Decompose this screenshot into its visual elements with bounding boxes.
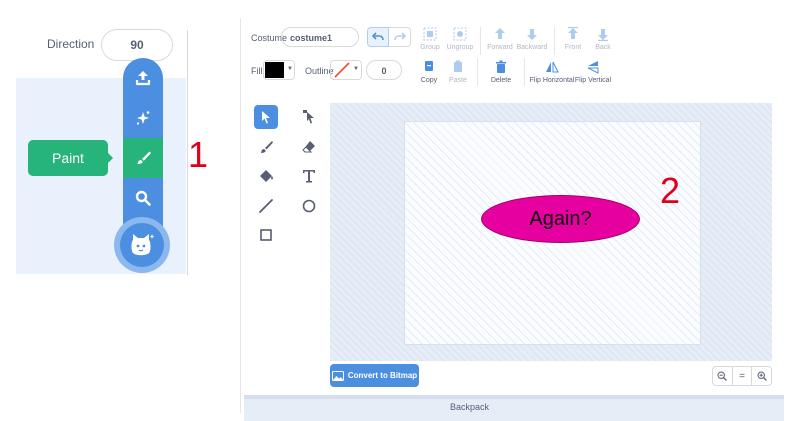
zoom-reset-button[interactable]: = [731,367,752,385]
editor-divider [240,18,241,413]
zoom-out-button[interactable] [713,367,732,385]
direction-label: Direction [47,37,95,51]
backward-icon [527,29,537,40]
backward-button[interactable]: Backward [510,27,554,51]
paste-icon [454,60,462,72]
zoom-out-icon [717,371,728,381]
delete-button[interactable]: Delete [479,60,523,84]
rectangle-tool[interactable] [254,223,278,247]
select-tool[interactable] [254,105,278,129]
front-icon [568,27,578,39]
direction-input[interactable]: 90 [101,29,173,61]
text-tool[interactable] [297,164,321,188]
circle-icon [302,199,316,213]
undo-button[interactable] [367,27,389,47]
paint-tooltip: Paint [28,140,108,176]
surprise-button[interactable] [123,98,163,138]
zoom-in-button[interactable] [751,367,771,385]
toolbar-separator [477,58,478,86]
backpack-bar[interactable] [244,395,784,421]
chevron-down-icon: ▼ [353,66,359,72]
ellipse-shape[interactable]: Again? [481,195,640,243]
chevron-down-icon: ▼ [287,66,293,72]
fill-tool[interactable] [254,164,278,188]
fill-label: Fill [251,66,263,76]
forward-icon [495,28,505,39]
fill-color-swatch [265,62,284,78]
flip-horizontal-icon [546,61,559,73]
search-sprite-button[interactable] [123,178,163,218]
outline-width-input[interactable]: 0 [366,60,402,80]
upload-icon [135,71,151,86]
backward-label: Backward [516,44,548,51]
paint-button[interactable] [123,138,163,178]
toolbar-separator [524,58,525,86]
costume-name-input[interactable]: costume1 [281,27,359,47]
search-icon [135,190,151,206]
choose-sprite-button[interactable] [120,223,164,267]
eraser-tool[interactable] [297,135,321,159]
paste-button[interactable]: Paste [436,60,480,84]
front-label: Front [564,44,582,51]
annotation-step-2: 2 [660,170,681,211]
eraser-icon [302,141,315,153]
flip-vertical-button[interactable]: Flip Vertical [571,60,615,84]
convert-label: Convert to Bitmap [347,371,418,380]
zoom-controls: = [712,366,772,386]
ungroup-label: Ungroup [446,44,474,51]
paint-bucket-icon [260,170,273,182]
surprise-icon [136,111,150,125]
cat-icon [131,234,155,256]
back-label: Back [595,44,611,51]
flip-vertical-icon [587,61,599,74]
paint-brush-icon [137,151,151,165]
back-button[interactable]: Back [581,27,625,51]
reshape-tool[interactable] [297,105,321,129]
backpack-label: Backpack [450,402,490,412]
trash-icon [496,60,506,73]
rectangle-icon [260,229,272,241]
ungroup-button[interactable]: Ungroup [438,27,482,51]
shape-text: Again? [529,207,592,230]
copy-icon [425,61,433,71]
reshape-icon [303,110,314,124]
line-icon [259,199,273,213]
text-icon [303,170,315,183]
delete-label: Delete [490,77,512,84]
flip-horizontal-button[interactable]: Flip Horizontal [528,60,576,84]
undo-icon [372,32,384,41]
flip-horizontal-label: Flip Horizontal [529,77,575,84]
brush-tool[interactable] [254,135,278,159]
zoom-in-icon [757,371,767,381]
copy-label: Copy [420,77,438,84]
annotation-step-1: 1 [188,134,209,175]
no-outline-icon [334,62,350,78]
line-tool[interactable] [254,194,278,218]
upload-sprite-button[interactable] [123,58,163,98]
group-label: Group [420,44,440,51]
ungroup-icon [453,27,467,41]
paste-label: Paste [449,77,467,84]
convert-to-bitmap-button[interactable]: Convert to Bitmap [330,364,419,387]
image-icon [331,370,344,381]
flip-vertical-label: Flip Vertical [574,77,612,84]
forward-label: Forward [487,44,513,51]
redo-icon [393,32,406,41]
paint-brush-icon [261,141,273,153]
circle-tool[interactable] [297,194,321,218]
arrow-cursor-icon [262,111,270,124]
back-icon [598,29,608,41]
tooltip-arrow [107,152,113,164]
group-icon [423,27,437,41]
